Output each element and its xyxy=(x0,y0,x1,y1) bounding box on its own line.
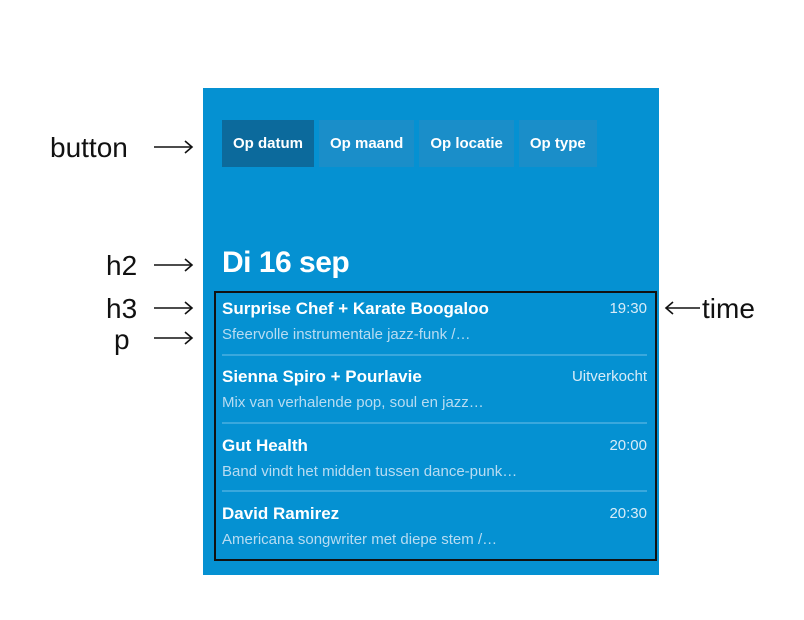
filter-by-month-button[interactable]: Op maand xyxy=(319,120,415,167)
event-item[interactable]: Sienna Spiro + Pourlavie Uitverkocht Mix… xyxy=(222,361,647,429)
event-description: Mix van verhalende pop, soul en jazz… xyxy=(222,394,484,411)
event-time: Uitverkocht xyxy=(571,368,647,385)
event-title: Sienna Spiro + Pourlavie xyxy=(222,367,422,386)
annotation-label-p: p xyxy=(114,324,130,355)
event-divider xyxy=(222,490,647,492)
event-title: Gut Health xyxy=(222,436,308,455)
event-list: Surprise Chef + Karate Boogaloo 19:30 Sf… xyxy=(214,291,657,561)
filter-by-date-button[interactable]: Op datum xyxy=(222,120,314,167)
event-description: Sfeervolle instrumentale jazz-funk /… xyxy=(222,326,471,343)
event-divider xyxy=(222,354,647,356)
event-item[interactable]: Gut Health 20:00 Band vindt het midden t… xyxy=(222,430,647,498)
annotation-label-button: button xyxy=(50,132,128,163)
arrow-right-icon xyxy=(154,140,194,154)
event-item[interactable]: David Ramirez 20:30 Americana songwriter… xyxy=(222,498,647,566)
arrow-right-icon xyxy=(154,331,194,345)
event-description: Americana songwriter met diepe stem /… xyxy=(222,531,498,548)
arrow-right-icon xyxy=(154,301,194,315)
day-heading: Di 16 sep xyxy=(222,246,350,279)
event-title: David Ramirez xyxy=(222,504,340,523)
filter-by-type-button[interactable]: Op type xyxy=(518,120,597,167)
event-item[interactable]: Surprise Chef + Karate Boogaloo 19:30 Sf… xyxy=(222,293,647,361)
annotation-label-time: time xyxy=(702,293,755,324)
event-time: 19:30 xyxy=(609,300,647,317)
event-description: Band vindt het midden tussen dance-punk… xyxy=(222,463,518,480)
arrow-right-icon xyxy=(154,258,194,272)
filter-buttons: Op datum Op maand Op locatie Op type xyxy=(222,120,597,167)
annotation-label-h3: h3 xyxy=(106,293,138,324)
event-divider xyxy=(222,422,647,424)
event-time: 20:30 xyxy=(609,505,647,522)
event-title: Surprise Chef + Karate Boogaloo xyxy=(222,299,489,318)
annotation-label-h2: h2 xyxy=(106,250,138,281)
event-time: 20:00 xyxy=(609,437,647,454)
arrow-left-icon xyxy=(664,301,700,315)
filter-by-location-button[interactable]: Op locatie xyxy=(419,120,514,167)
event-panel: Op datum Op maand Op locatie Op type Di … xyxy=(203,88,659,575)
